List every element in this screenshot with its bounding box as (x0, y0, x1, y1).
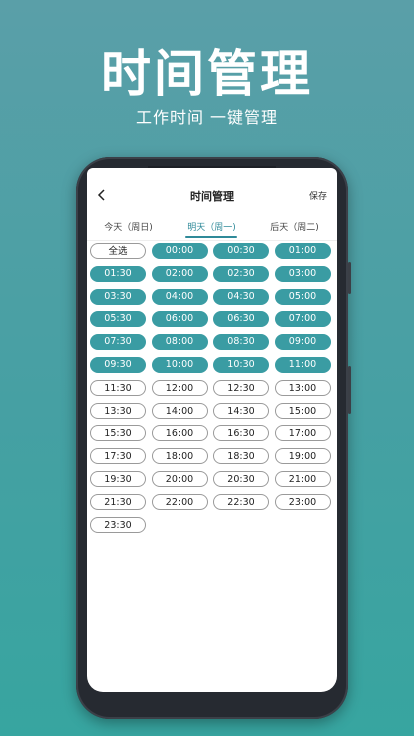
time-slot-button[interactable]: 21:00 (274, 470, 331, 487)
app-header: 时间管理 保存 (87, 168, 337, 210)
time-slot-button[interactable]: 15:30 (90, 425, 146, 442)
time-slot-button[interactable]: 08:30 (213, 334, 269, 351)
tab-day-after-tomorrow[interactable]: 后天（周二) (253, 220, 336, 233)
time-slot-button[interactable]: 12:00 (151, 379, 208, 396)
time-slot-button[interactable]: 19:30 (90, 470, 146, 487)
time-slot-button[interactable]: 17:00 (274, 425, 331, 442)
time-slot-button[interactable]: 19:00 (274, 448, 331, 465)
time-slot-button[interactable]: 18:00 (151, 448, 208, 465)
time-slot-button[interactable]: 21:30 (90, 493, 146, 510)
time-slot-button[interactable]: 17:30 (90, 448, 146, 465)
time-slot-button[interactable]: 16:30 (213, 425, 269, 442)
time-slot-button[interactable]: 23:30 (90, 516, 146, 533)
time-slot-button[interactable]: 09:30 (90, 356, 146, 373)
time-slot-button[interactable]: 03:00 (274, 265, 331, 282)
app-screen: 时间管理 保存 今天（周日) 明天（周一) 后天（周二) 全选 00:00 00:… (87, 168, 337, 692)
select-all-button[interactable]: 全选 (90, 243, 146, 259)
time-slot-button[interactable]: 13:30 (90, 402, 146, 419)
time-slot-button[interactable]: 20:00 (151, 470, 208, 487)
time-slot-button[interactable]: 06:00 (151, 311, 208, 328)
time-slot-button[interactable]: 20:30 (213, 470, 269, 487)
time-slot-button[interactable]: 07:00 (274, 311, 331, 328)
active-tab-indicator (185, 236, 237, 238)
time-slot-button[interactable]: 05:00 (274, 288, 331, 305)
time-slot-button[interactable]: 15:00 (274, 402, 331, 419)
time-slot-button[interactable]: 01:00 (274, 243, 331, 259)
phone-side-button-bottom (348, 366, 351, 414)
time-slot-grid: 全选 00:00 00:30 01:00 01:30 02:00 02:30 03:00 03… (90, 243, 334, 533)
hero-title: 时间管理 (101, 45, 313, 103)
time-slot-button[interactable]: 04:00 (151, 288, 208, 305)
tab-tomorrow[interactable]: 明天（周一) (170, 220, 253, 233)
time-slot-button[interactable]: 02:30 (213, 265, 269, 282)
time-slot-button[interactable]: 00:00 (151, 243, 208, 259)
time-slot-button[interactable]: 00:30 (213, 243, 269, 259)
time-slot-button[interactable]: 11:00 (274, 356, 331, 373)
time-slot-button[interactable]: 02:00 (151, 265, 208, 282)
time-slot-button[interactable]: 22:30 (213, 493, 269, 510)
time-slot-button[interactable]: 14:00 (151, 402, 208, 419)
time-slot-button[interactable]: 13:00 (274, 379, 331, 396)
time-slot-button[interactable]: 16:00 (151, 425, 208, 442)
phone-side-button-top (348, 262, 351, 294)
time-slot-button[interactable]: 08:00 (151, 334, 208, 351)
time-slot-button[interactable]: 05:30 (90, 311, 146, 328)
time-slot-button[interactable]: 10:00 (151, 356, 208, 373)
time-slot-button[interactable]: 04:30 (213, 288, 269, 305)
time-slot-button[interactable]: 07:30 (90, 334, 146, 351)
time-slot-button[interactable]: 12:30 (213, 379, 269, 396)
time-slot-button[interactable]: 03:30 (90, 288, 146, 305)
day-tabs: 今天（周日) 明天（周一) 后天（周二) (87, 210, 337, 241)
time-slot-button[interactable]: 10:30 (213, 356, 269, 373)
time-slot-button[interactable]: 06:30 (213, 311, 269, 328)
time-slot-button[interactable]: 22:00 (151, 493, 208, 510)
time-slot-button[interactable]: 09:00 (274, 334, 331, 351)
time-slot-button[interactable]: 11:30 (90, 379, 146, 396)
time-slot-button[interactable]: 01:30 (90, 265, 146, 282)
tab-today[interactable]: 今天（周日) (87, 220, 170, 233)
time-slot-button[interactable]: 23:00 (274, 493, 331, 510)
save-button[interactable]: 保存 (309, 189, 327, 202)
hero-subtitle: 工作时间 一键管理 (135, 108, 279, 127)
time-slot-button[interactable]: 18:30 (213, 448, 269, 465)
page-title: 时间管理 (190, 190, 234, 203)
time-slot-button[interactable]: 14:30 (213, 402, 269, 419)
